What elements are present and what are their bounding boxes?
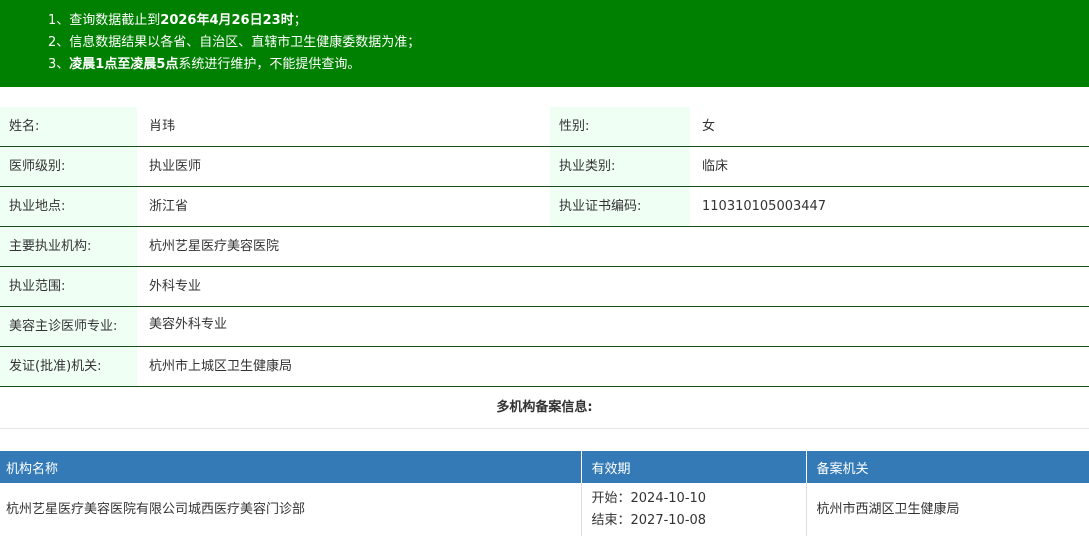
name-value: 肖玮 — [137, 107, 550, 147]
institution-label: 主要执业机构: — [0, 226, 137, 267]
cert-value: 110310105003447 — [690, 186, 1089, 227]
notice-emphasis: 2026年4月26日23时 — [160, 13, 294, 28]
info-row-level: 医师级别: 执业医师 执业类别: 临床 — [0, 146, 1089, 187]
level-value: 执业医师 — [137, 146, 550, 187]
info-row-name: 姓名: 肖玮 性别: 女 — [0, 107, 1089, 147]
row-agency: 杭州市西湖区卫生健康局 — [816, 502, 960, 517]
category-label: 执业类别: — [550, 146, 690, 187]
row-institution: 杭州艺星医疗美容医院有限公司城西医疗美容门诊部 — [0, 483, 582, 536]
table-header-row: 机构名称 有效期 备案机关 — [0, 451, 1089, 483]
gender-value: 女 — [690, 107, 1089, 147]
institution-value: 杭州艺星医疗美容医院 — [137, 226, 1089, 267]
notice-emphasis: 凌晨1点至凌晨5点 — [69, 57, 179, 72]
location-value: 浙江省 — [137, 186, 550, 227]
notice-text: 2、信息数据结果以各省、自治区、直辖市卫生健康委数据为准； — [48, 35, 421, 50]
info-row-location: 执业地点: 浙江省 执业证书编码: 110310105003447 — [0, 186, 1089, 227]
notice-text: 系统进行维护，不能提供查询。 — [178, 57, 361, 72]
notice-text: ； — [293, 13, 307, 28]
row-validity: 开始：2024-10-10 结束：2027-10-08 — [581, 483, 807, 536]
scope-label: 执业范围: — [0, 266, 137, 307]
issuer-label: 发证(批准)机关: — [0, 346, 137, 387]
header-agency: 备案机关 — [806, 451, 1089, 483]
header-institution: 机构名称 — [0, 451, 582, 483]
scope-value: 外科专业 — [137, 266, 1089, 307]
cosmetic-value: 美容外科专业 — [137, 306, 1089, 347]
table-row: 杭州艺星医疗美容医院有限公司城西医疗美容门诊部 开始：2024-10-10 结束… — [0, 483, 1089, 536]
cosmetic-label: 美容主诊医师专业: — [0, 306, 137, 347]
header-validity: 有效期 — [581, 451, 807, 483]
notice-line-3: 3、凌晨1点至凌晨5点系统进行维护，不能提供查询。 — [48, 54, 1089, 76]
info-row-institution: 主要执业机构: 杭州艺星医疗美容医院 — [0, 226, 1089, 267]
doctor-info-table: 姓名: 肖玮 性别: 女 医师级别: 执业医师 执业类别: 临床 执业地点: 浙… — [0, 107, 1089, 387]
notice-line-2: 2、信息数据结果以各省、自治区、直辖市卫生健康委数据为准； — [48, 32, 1089, 54]
level-label: 医师级别: — [0, 146, 137, 187]
multi-institution-title: 多机构备案信息: — [0, 387, 1089, 429]
gender-label: 性别: — [550, 107, 690, 147]
notice-text: 1、查询数据截止到 — [48, 13, 161, 28]
info-row-scope: 执业范围: 外科专业 — [0, 266, 1089, 307]
location-label: 执业地点: — [0, 186, 137, 227]
validity-end: 结束：2027-10-08 — [591, 513, 707, 528]
validity-start: 开始：2024-10-10 — [591, 491, 707, 506]
issuer-value: 杭州市上城区卫生健康局 — [137, 346, 1089, 387]
notice-text: 3、 — [48, 57, 70, 72]
multi-institution-table: 机构名称 有效期 备案机关 杭州艺星医疗美容医院有限公司城西医疗美容门诊部 开始… — [0, 451, 1089, 536]
cert-label: 执业证书编码: — [550, 186, 690, 227]
name-label: 姓名: — [0, 107, 137, 147]
notice-line-1: 1、查询数据截止到2026年4月26日23时； — [48, 10, 1089, 32]
category-value: 临床 — [690, 146, 1089, 187]
notice-banner: 1、查询数据截止到2026年4月26日23时； 2、信息数据结果以各省、自治区、… — [0, 0, 1089, 87]
info-row-cosmetic: 美容主诊医师专业: 美容外科专业 — [0, 306, 1089, 347]
info-row-issuer: 发证(批准)机关: 杭州市上城区卫生健康局 — [0, 346, 1089, 387]
